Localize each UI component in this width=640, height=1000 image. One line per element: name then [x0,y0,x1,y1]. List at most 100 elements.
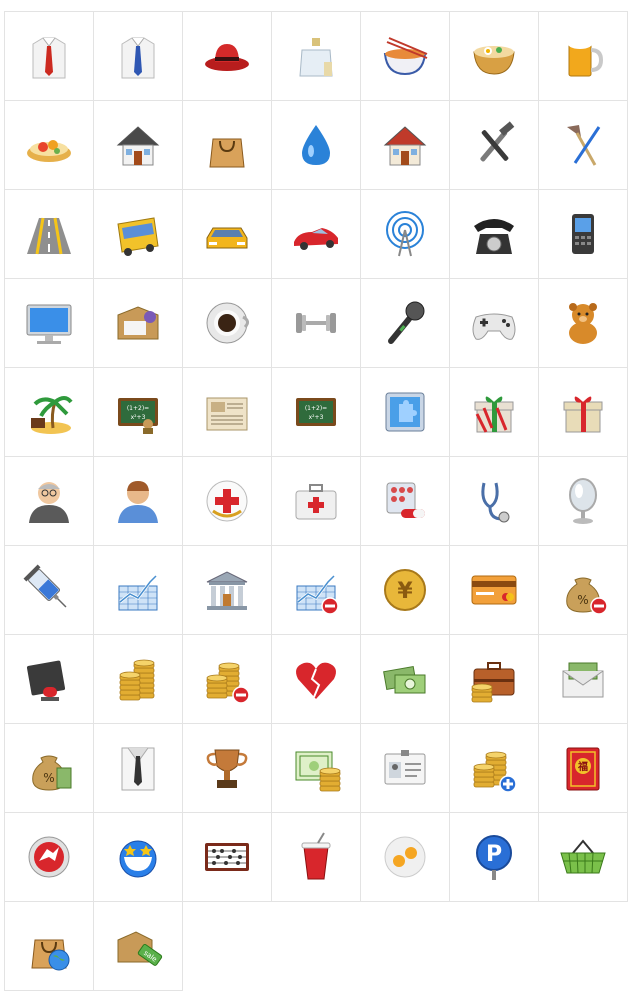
bus-icon [117,217,159,256]
icon-cell[interactable] [272,101,361,190]
icon-cell[interactable] [183,457,272,546]
bank-icon [206,571,248,610]
first-aid-kit-icon [295,484,337,520]
chalkboard-icon: (1+2)= x²+3 [296,398,336,426]
icon-cell[interactable] [450,12,539,101]
beer-mug-icon [568,39,604,77]
pills-icon [386,482,425,518]
icon-cell[interactable] [5,546,94,635]
icon-cell[interactable] [450,190,539,279]
icon-cell[interactable] [183,368,272,457]
gift-striped-icon [474,396,514,433]
icon-cell[interactable] [94,635,183,724]
microphone-icon [388,301,425,344]
icon-cell[interactable]: % [5,724,94,813]
icon-cell[interactable] [5,368,94,457]
icon-cell[interactable] [94,279,183,368]
icon-cell[interactable]: (1+2)= x²+3 [94,368,183,457]
red-packet-icon: 福 [566,747,600,791]
icon-cell[interactable] [361,12,450,101]
icon-cell[interactable] [183,101,272,190]
icon-cell[interactable] [94,813,183,902]
icon-cell[interactable] [450,724,539,813]
icon-cell[interactable] [272,12,361,101]
stock-chart-minus-icon [296,574,339,615]
icon-cell[interactable] [539,813,628,902]
icon-cell[interactable] [183,12,272,101]
icon-cell[interactable] [272,279,361,368]
icon-cell[interactable]: % [539,546,628,635]
coffee-cup-icon [206,302,250,344]
svg-text:P: P [486,842,502,867]
shopping-basket-icon [560,839,606,874]
icon-cell[interactable]: (1+2)= x²+3 [272,368,361,457]
icon-cell[interactable] [5,457,94,546]
icon-cell[interactable] [5,635,94,724]
icon-cell[interactable] [450,101,539,190]
icon-cell[interactable] [183,813,272,902]
icon-cell[interactable] [94,724,183,813]
icon-cell[interactable] [450,457,539,546]
icon-cell[interactable] [5,190,94,279]
icon-cell[interactable]: sale [94,902,183,991]
water-drop-icon [302,125,330,165]
icon-cell[interactable]: ¥ [361,546,450,635]
icon-cell[interactable] [361,724,450,813]
icon-cell[interactable] [539,279,628,368]
icon-cell[interactable] [539,368,628,457]
icon-cell[interactable] [272,457,361,546]
icon-cell[interactable] [5,101,94,190]
icon-cell[interactable] [361,279,450,368]
noodle-bowl-icon [383,37,428,76]
icon-cell[interactable] [94,12,183,101]
icon-cell[interactable] [361,190,450,279]
stock-chart-up-icon [118,574,158,611]
icon-cell[interactable] [183,546,272,635]
icon-cell[interactable] [539,635,628,724]
icon-cell[interactable] [272,813,361,902]
icon-cell[interactable] [5,279,94,368]
icon-cell[interactable] [450,635,539,724]
icon-cell[interactable] [361,457,450,546]
newspaper-icon [206,397,248,431]
icon-cell[interactable] [183,279,272,368]
icon-cell[interactable] [94,101,183,190]
icon-cell[interactable] [272,635,361,724]
svg-text:¥: ¥ [397,579,413,604]
icon-cell[interactable] [450,279,539,368]
svg-text:x²+3: x²+3 [131,414,146,421]
icon-cell[interactable] [361,635,450,724]
icon-cell[interactable] [539,457,628,546]
icon-cell[interactable] [94,546,183,635]
icon-cell[interactable] [539,190,628,279]
abacus-icon [205,843,249,871]
icon-cell[interactable] [539,101,628,190]
icon-cell[interactable] [94,190,183,279]
coin-stack-plus-icon [473,751,517,793]
icon-cell[interactable] [361,813,450,902]
icon-cell[interactable] [5,12,94,101]
red-logo-badge-icon [28,836,70,878]
icon-cell[interactable] [361,368,450,457]
icon-cell[interactable]: P [450,813,539,902]
icon-cell[interactable] [361,101,450,190]
icon-cell[interactable] [5,813,94,902]
icon-cell[interactable] [94,457,183,546]
fried-eggs-icon [384,836,426,878]
icon-cell[interactable] [272,546,361,635]
icon-cell[interactable] [539,12,628,101]
icon-cell[interactable] [183,635,272,724]
icon-cell[interactable] [5,902,94,991]
icon-cell[interactable]: 福 [539,724,628,813]
icon-cell[interactable] [272,724,361,813]
icon-cell[interactable] [450,546,539,635]
icon-cell[interactable] [183,190,272,279]
icon-cell[interactable] [450,368,539,457]
envelope-money-icon [562,662,604,698]
svg-text:%: % [43,771,54,785]
gamepad-icon [472,313,516,340]
soda-cup-icon [301,832,331,880]
sale-box-icon: sale [117,931,163,966]
icon-cell[interactable] [183,724,272,813]
icon-cell[interactable] [272,190,361,279]
